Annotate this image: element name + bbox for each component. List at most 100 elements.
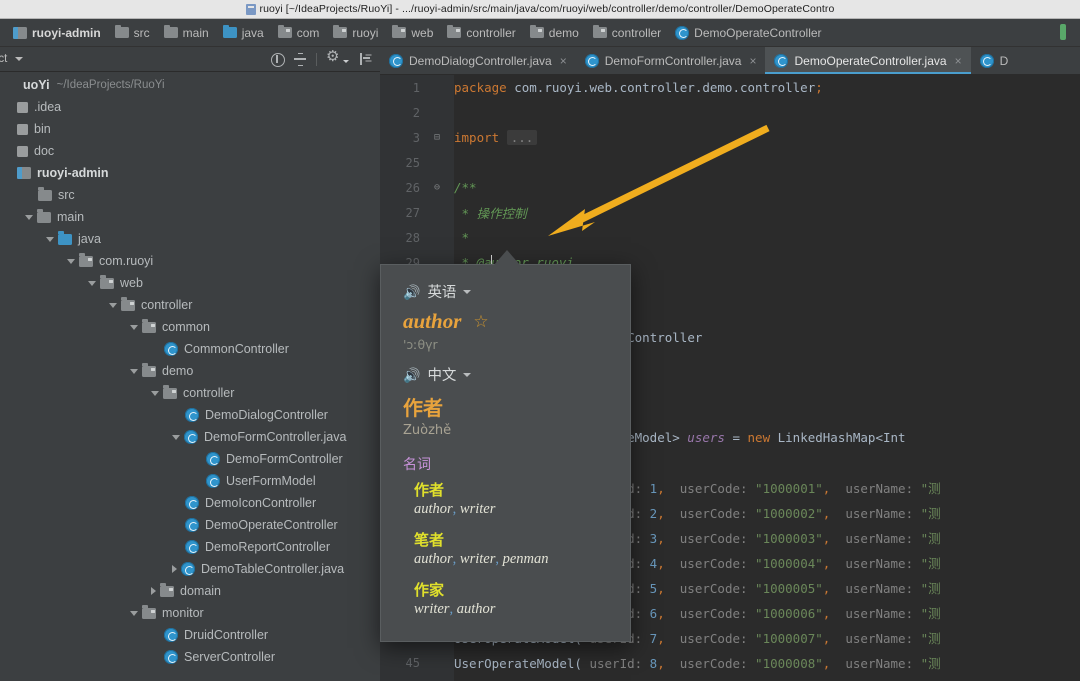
tree-item[interactable]: DemoDialogController <box>0 404 380 426</box>
chevron-down-icon[interactable] <box>463 373 471 377</box>
chevron-down-icon[interactable] <box>67 259 75 264</box>
tree-item[interactable]: src <box>0 184 380 206</box>
class-icon <box>164 342 178 356</box>
source-language-row[interactable]: 🔊 英语 <box>403 281 630 302</box>
tree-item[interactable]: uoYi~/IdeaProjects/RuoYi <box>0 74 380 96</box>
tree-item[interactable]: ruoyi-admin <box>0 162 380 184</box>
chevron-down-icon[interactable] <box>130 369 138 374</box>
chevron-right-icon[interactable] <box>151 587 156 595</box>
code-line[interactable]: 2 <box>380 100 1080 125</box>
tree-item[interactable]: CommonController <box>0 338 380 360</box>
chevron-down-icon[interactable] <box>172 435 180 440</box>
code-line[interactable]: 28 * <box>380 225 1080 250</box>
tree-item-label: com.ruoyi <box>99 254 153 268</box>
tree-item[interactable]: DemoOperateController <box>0 514 380 536</box>
close-icon[interactable]: × <box>955 55 962 67</box>
translation-popup[interactable]: 🔊 英语 author ☆ 'ɔːθүr 🔊 中文 作者 Zuòzhě 名词 作… <box>380 264 631 642</box>
tree-item[interactable]: web <box>0 272 380 294</box>
editor-tab-active[interactable]: DemoOperateController.java× <box>765 47 970 74</box>
code-line[interactable]: 27 * 操作控制 <box>380 200 1080 225</box>
tree-item[interactable]: ServerController <box>0 646 380 668</box>
chevron-down-icon[interactable] <box>130 611 138 616</box>
tree-item[interactable]: DemoTableController.java <box>0 558 380 580</box>
breadcrumb-item-demo[interactable]: demo <box>523 26 586 40</box>
fold-marker[interactable]: ⊖ <box>428 182 446 193</box>
tree-item[interactable]: main <box>0 206 380 228</box>
fold-marker[interactable]: ⊟ <box>428 132 446 143</box>
breadcrumb-item-com[interactable]: com <box>271 26 327 40</box>
package-icon <box>278 27 292 38</box>
chevron-down-icon[interactable] <box>109 303 117 308</box>
code-line[interactable]: 3⊟import ... <box>380 125 1080 150</box>
breadcrumb-item-java[interactable]: java <box>216 26 271 40</box>
tree-item[interactable]: doc <box>0 140 380 162</box>
breadcrumb[interactable]: ruoyi-adminsrcmainjavacomruoyiwebcontrol… <box>0 19 1080 47</box>
settings-gear-icon[interactable] <box>326 52 340 66</box>
code-text[interactable]: package com.ruoyi.web.controller.demo.co… <box>446 80 823 95</box>
code-line[interactable]: 25 <box>380 150 1080 175</box>
code-text[interactable]: UserOperateModel( userId: 8, userCode: "… <box>446 653 941 672</box>
window-title: ruoyi [~/IdeaProjects/RuoYi] - .../ruoyi… <box>260 3 835 15</box>
breadcrumb-item-ruoyi-admin[interactable]: ruoyi-admin <box>6 26 108 40</box>
close-icon[interactable]: × <box>749 55 756 67</box>
code-line[interactable]: 1package com.ruoyi.web.controller.demo.c… <box>380 75 1080 100</box>
tree-item-label: DemoFormController.java <box>204 430 346 444</box>
breadcrumb-item-controller[interactable]: controller <box>440 26 522 40</box>
code-text[interactable]: * <box>446 230 469 245</box>
code-line[interactable]: 45UserOperateModel( userId: 8, userCode:… <box>380 650 1080 675</box>
breadcrumb-item-src[interactable]: src <box>108 26 157 40</box>
code-text[interactable]: /** <box>446 180 477 195</box>
speaker-icon[interactable]: 🔊 <box>403 368 420 382</box>
tree-item[interactable]: java <box>0 228 380 250</box>
speaker-icon[interactable]: 🔊 <box>403 285 420 299</box>
code-line[interactable]: 26⊖/** <box>380 175 1080 200</box>
editor-tab[interactable]: D <box>971 47 1018 74</box>
breadcrumb-item-ruoyi[interactable]: ruoyi <box>326 26 385 40</box>
editor-tabs[interactable]: DemoDialogController.java×DemoFormContro… <box>380 47 1080 75</box>
tree-item[interactable]: DemoIconController <box>0 492 380 514</box>
breadcrumb-item-web[interactable]: web <box>385 26 440 40</box>
tree-item[interactable]: domain <box>0 580 380 602</box>
chevron-down-icon[interactable] <box>463 290 471 294</box>
chevron-down-icon[interactable] <box>151 391 159 396</box>
project-tree[interactable]: uoYi~/IdeaProjects/RuoYi.ideabindocruoyi… <box>0 72 380 681</box>
chevron-down-icon[interactable] <box>46 237 54 242</box>
tree-item[interactable]: .idea <box>0 96 380 118</box>
chevron-down-icon[interactable] <box>15 57 23 61</box>
target-word: 作者 <box>403 392 630 421</box>
source-language-label: 英语 <box>427 281 456 302</box>
code-line[interactable]: 46UserOperateModel( userId: 9, userCode:… <box>380 675 1080 681</box>
collapse-all-icon[interactable] <box>293 52 307 66</box>
close-icon[interactable]: × <box>560 55 567 67</box>
tree-item[interactable]: DemoFormController <box>0 448 380 470</box>
tree-item[interactable]: DemoReportController <box>0 536 380 558</box>
tree-item[interactable]: monitor <box>0 602 380 624</box>
tree-item[interactable]: UserFormModel <box>0 470 380 492</box>
folded-imports[interactable]: ... <box>507 130 538 145</box>
target-language-row[interactable]: 🔊 中文 <box>403 364 630 385</box>
breadcrumb-item-controller[interactable]: controller <box>586 26 668 40</box>
editor-tab[interactable]: DemoFormController.java× <box>576 47 766 74</box>
tree-item[interactable]: controller <box>0 294 380 316</box>
breadcrumb-item-demooperatecontroller[interactable]: DemoOperateController <box>668 26 828 40</box>
star-outline-icon[interactable]: ☆ <box>473 312 488 332</box>
tree-item[interactable]: bin <box>0 118 380 140</box>
hide-panel-icon[interactable] <box>358 52 372 66</box>
code-text[interactable]: import ... <box>446 130 537 145</box>
chevron-down-icon[interactable] <box>130 325 138 330</box>
chevron-down-icon[interactable] <box>25 215 33 220</box>
tree-item[interactable]: controller <box>0 382 380 404</box>
tree-item[interactable]: common <box>0 316 380 338</box>
tree-item[interactable]: DemoFormController.java <box>0 426 380 448</box>
locate-icon[interactable] <box>270 52 284 66</box>
chevron-right-icon[interactable] <box>172 565 177 573</box>
chevron-down-icon[interactable] <box>88 281 96 286</box>
folder-icon <box>38 190 52 201</box>
tree-item[interactable]: com.ruoyi <box>0 250 380 272</box>
code-text[interactable]: * 操作控制 <box>446 203 527 222</box>
tree-item[interactable]: demo <box>0 360 380 382</box>
editor-tab[interactable]: DemoDialogController.java× <box>380 47 576 74</box>
chevron-down-icon[interactable] <box>343 60 349 63</box>
tree-item[interactable]: DruidController <box>0 624 380 646</box>
breadcrumb-item-main[interactable]: main <box>157 26 216 40</box>
